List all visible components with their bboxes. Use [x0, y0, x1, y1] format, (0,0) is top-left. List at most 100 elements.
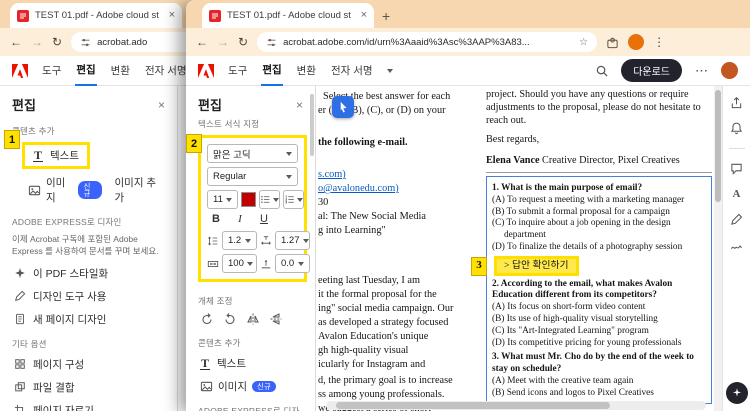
image-icon — [200, 380, 213, 393]
bullet-list-button[interactable] — [258, 190, 280, 209]
nav-edit[interactable]: 편집 — [261, 55, 283, 86]
section-express: ADOBE EXPRESS로 디자인 — [12, 217, 122, 227]
horizontal-scale-value: 100 — [228, 258, 244, 269]
text-button[interactable]: T 텍스트 — [186, 352, 315, 375]
download-button[interactable]: 다운로드 — [621, 59, 682, 82]
new-page-icon — [14, 313, 26, 325]
numbered-list-button[interactable] — [282, 190, 304, 209]
doc-line: it the formal proposal for the — [318, 289, 437, 300]
font-color-swatch[interactable] — [240, 192, 256, 207]
back-icon[interactable]: ← — [196, 36, 208, 48]
extensions-puzzle-icon[interactable] — [606, 36, 619, 49]
section-add-content: 콘텐츠 추가 — [12, 126, 55, 136]
nav-tools[interactable]: 도구 — [227, 56, 248, 85]
bookmark-star-icon[interactable]: ☆ — [579, 37, 588, 48]
acrobat-profile-avatar[interactable] — [721, 62, 738, 79]
design-tools-label: 디자인 도구 사용 — [33, 290, 107, 303]
stylize-pdf-button[interactable]: 이 PDF 스타일화 — [0, 262, 177, 285]
vertical-scrollbar[interactable] — [714, 86, 722, 411]
organize-pages-button[interactable]: 페이지 구성 — [0, 353, 177, 376]
option: (C) To inquire about a job opening in th… — [492, 218, 671, 241]
nav-edit[interactable]: 편집 — [75, 55, 97, 86]
pdf-favicon — [17, 10, 29, 22]
italic-button[interactable]: I — [233, 213, 247, 225]
more-options-icon[interactable]: ⋯ — [695, 63, 708, 79]
panel-scrollbar[interactable] — [310, 94, 314, 156]
text-note-icon[interactable]: A — [733, 188, 741, 200]
design-tools-button[interactable]: 디자인 도구 사용 — [0, 285, 177, 308]
horizontal-scrollbar[interactable] — [326, 401, 706, 410]
close-icon[interactable]: × — [296, 98, 303, 112]
tab-title: TEST 01.pdf - Adobe cloud st — [35, 10, 159, 21]
vertical-scrollbar-thumb[interactable] — [715, 90, 721, 202]
front-browser-tab[interactable]: TEST 01.pdf - Adobe cloud st × — [202, 3, 374, 28]
doc-line: d, the primary goal is to increase — [318, 375, 453, 386]
nav-esign[interactable]: 전자 서명 — [144, 56, 188, 85]
font-size-select[interactable]: 11 — [207, 190, 238, 209]
chevron-down-icon — [302, 238, 309, 243]
bell-icon[interactable] — [730, 122, 743, 135]
nav-esign[interactable]: 전자 서명 — [330, 56, 374, 85]
answer-check-link[interactable]: 3 > 답안 확인하기 — [471, 255, 579, 276]
browser-menu-icon[interactable]: ⋮ — [653, 35, 665, 49]
horizontal-scale-select[interactable]: 100 — [222, 254, 257, 273]
new-badge: 신규 — [78, 181, 102, 199]
select-tool-button[interactable] — [332, 96, 354, 118]
back-browser-tab[interactable]: TEST 01.pdf - Adobe cloud st × — [10, 3, 182, 28]
ai-assistant-button[interactable] — [726, 382, 748, 404]
tab-close-icon[interactable]: × — [361, 10, 367, 21]
image-add-button[interactable]: 이미지 추가 — [115, 175, 163, 205]
panel-title: 편집 — [12, 98, 36, 113]
email-link[interactable]: o@avalonedu.com) — [318, 182, 486, 196]
font-family-select[interactable]: 맑은 고딕 — [207, 144, 298, 163]
text-tool-icon: T — [200, 356, 211, 370]
close-icon[interactable]: × — [158, 98, 165, 112]
forward-icon[interactable]: → — [217, 36, 229, 48]
underline-button[interactable]: U — [257, 213, 271, 225]
chevron-down-icon[interactable] — [386, 68, 393, 73]
combine-files-button[interactable]: 파일 결합 — [0, 376, 177, 399]
image-button[interactable]: 이미지 — [46, 175, 73, 205]
organize-pages-label: 페이지 구성 — [33, 358, 85, 371]
forward-icon[interactable]: → — [31, 36, 43, 48]
chevron-down-icon — [298, 261, 304, 266]
horizontal-scrollbar-thumb[interactable] — [336, 402, 610, 409]
bold-button[interactable]: B — [209, 213, 223, 225]
section-object-adjust: 개체 조정 — [198, 296, 233, 306]
new-page-design-button[interactable]: 새 페이지 디자인 — [0, 308, 177, 331]
tab-close-icon[interactable]: × — [169, 10, 175, 21]
signature-icon[interactable] — [730, 239, 743, 252]
site-info-icon[interactable] — [80, 37, 91, 48]
flip-horizontal-icon[interactable] — [246, 312, 260, 326]
crop-pages-button[interactable]: 페이지 자르기 — [0, 399, 177, 411]
comment-icon[interactable] — [730, 162, 743, 175]
new-tab-button[interactable]: + — [382, 8, 390, 24]
baseline-offset-select[interactable]: 0.0 — [275, 254, 310, 273]
rotate-right-icon[interactable] — [223, 312, 237, 326]
nav-convert[interactable]: 변환 — [110, 56, 131, 85]
text-button[interactable]: T 텍스트 — [22, 142, 90, 169]
char-spacing-select[interactable]: 1.27 — [275, 231, 310, 250]
url-field[interactable]: acrobat.adobe.com/id/urn%3Aaaid%3Asc%3AA… — [257, 32, 598, 52]
site-info-icon[interactable] — [266, 37, 277, 48]
search-icon[interactable] — [596, 65, 608, 77]
panel-title: 편집 — [198, 98, 222, 113]
email-link[interactable]: s.com) — [318, 168, 486, 182]
font-style-select[interactable]: Regular — [207, 167, 298, 186]
line-spacing-select[interactable]: 1.2 — [222, 231, 257, 250]
questions-frame[interactable]: 1. What is the main purpose of email? (A… — [471, 176, 712, 404]
flip-vertical-icon[interactable] — [269, 312, 283, 326]
nav-tools[interactable]: 도구 — [41, 56, 62, 85]
nav-convert[interactable]: 변환 — [296, 56, 317, 85]
reload-icon[interactable]: ↻ — [52, 36, 62, 48]
back-icon[interactable]: ← — [10, 36, 22, 48]
export-icon[interactable] — [730, 96, 743, 109]
font-family-value: 맑은 고딕 — [213, 149, 251, 161]
draw-pen-icon[interactable] — [730, 213, 743, 226]
sparkle-icon — [731, 387, 743, 399]
panel-header: 편집 × — [0, 86, 177, 118]
reload-icon[interactable]: ↻ — [238, 36, 248, 48]
rotate-left-icon[interactable] — [200, 312, 214, 326]
browser-profile-avatar[interactable] — [628, 34, 645, 50]
image-button[interactable]: 이미지 신규 — [186, 375, 315, 398]
